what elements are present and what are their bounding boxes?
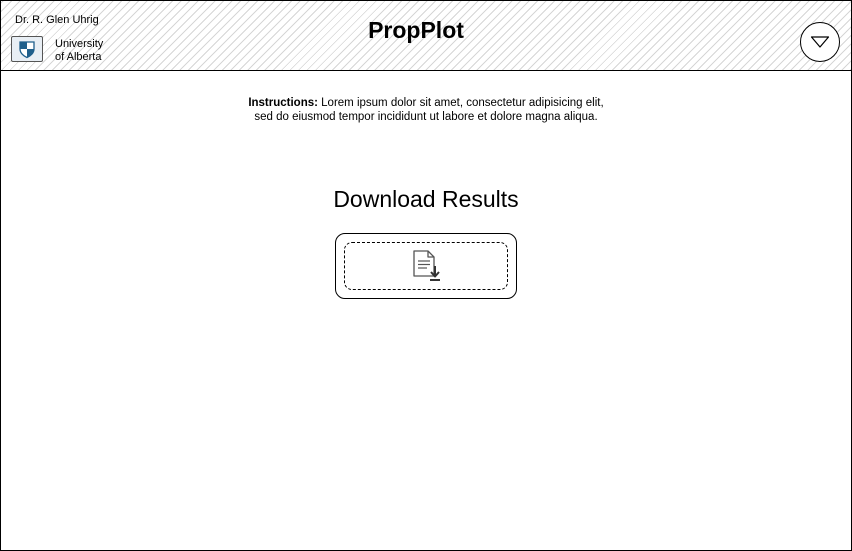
instructions-line-1: Instructions: Lorem ipsum dolor sit amet… bbox=[1, 96, 851, 110]
app-title: PropPlot bbox=[368, 17, 464, 43]
instructions-text: Instructions: Lorem ipsum dolor sit amet… bbox=[1, 96, 851, 124]
section-heading: Download Results bbox=[333, 186, 519, 212]
download-drop-zone[interactable] bbox=[344, 242, 508, 290]
instructions-line-2: sed do eiusmod tempor incididunt ut labo… bbox=[254, 111, 598, 123]
institution-line-2: of Alberta bbox=[55, 51, 102, 63]
instructions-label: Instructions: bbox=[248, 97, 318, 109]
app-window: Dr. R. Glen Uhrig University of Alberta … bbox=[0, 0, 852, 551]
triangle-down-icon bbox=[810, 36, 830, 48]
menu-dropdown-button[interactable] bbox=[800, 22, 840, 62]
file-download-icon bbox=[413, 250, 440, 281]
download-results-button[interactable] bbox=[335, 233, 517, 299]
instructions-body-1: Lorem ipsum dolor sit amet, consectetur … bbox=[321, 97, 604, 109]
header-bar: Dr. R. Glen Uhrig University of Alberta … bbox=[1, 1, 851, 71]
